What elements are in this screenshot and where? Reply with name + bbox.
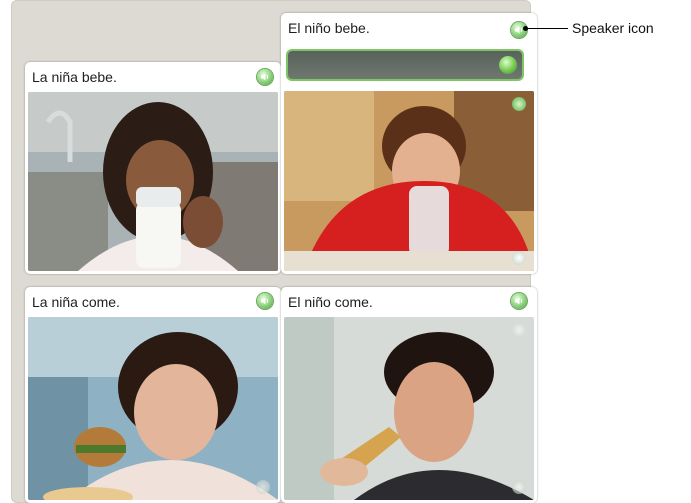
card-girl-drinks[interactable]: La niña bebe. [25,62,281,274]
info-icon[interactable] [512,97,526,111]
photo-girl-drinking [28,92,278,271]
play-icon[interactable] [512,251,526,265]
photo-boy-eating [284,317,534,500]
play-icon[interactable] [512,480,526,494]
photo-boy-drinking [284,91,534,271]
record-icon[interactable] [499,56,517,74]
card-boy-eats[interactable]: El niño come. [281,287,537,503]
card-caption: El niño come. [288,294,373,310]
speaker-icon[interactable] [257,293,273,309]
card-caption: La niña bebe. [32,69,117,85]
callout-label: Speaker icon [572,20,654,36]
info-icon[interactable] [512,323,526,337]
card-caption: La niña come. [32,294,120,310]
card-girl-eats[interactable]: La niña come. [25,287,281,503]
callout-line [526,28,568,29]
speaker-icon[interactable] [511,293,527,309]
card-boy-drinks[interactable]: El niño bebe. [281,13,537,274]
card-caption: El niño bebe. [288,20,370,36]
play-icon[interactable] [256,480,270,494]
photo-girl-eating [28,317,278,500]
exercise-board: La niña bebe. El niño bebe. La niña come… [11,0,537,503]
speaker-icon[interactable] [257,69,273,85]
answer-drop-slot[interactable] [288,51,522,79]
